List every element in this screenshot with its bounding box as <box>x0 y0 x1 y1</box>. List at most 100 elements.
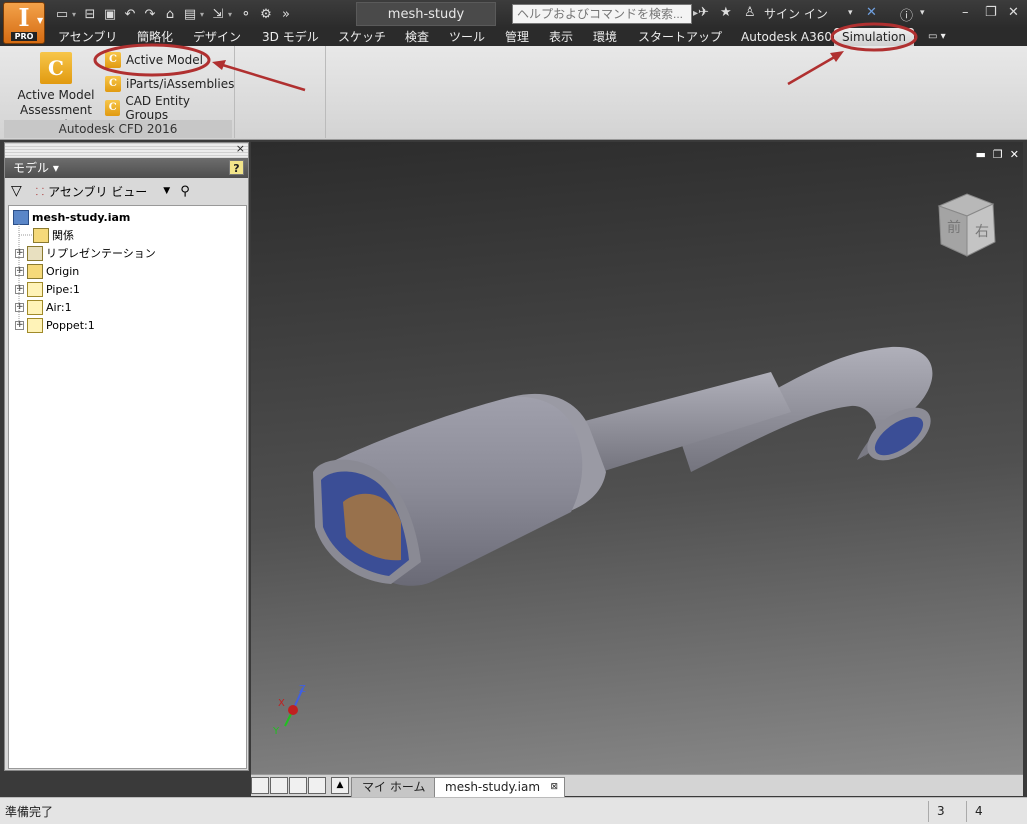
title-bar: I PRO ▼ ▭ ▾ ⊟ ▣ ↶ ↷ ⌂ ▤ ▾ ⇲ ▾ ⚬ ⚙ » mesh… <box>0 0 1027 44</box>
tab-assembly[interactable]: アセンブリ <box>58 29 117 46</box>
help-search-input[interactable] <box>512 4 692 24</box>
tab-simplify[interactable]: 簡略化 <box>137 29 173 46</box>
cfd-logo-icon: C <box>105 52 121 68</box>
cfd-logo-icon: C <box>40 52 72 84</box>
minimize-icon[interactable]: – <box>962 5 969 20</box>
tab-design[interactable]: デザイン <box>193 29 241 46</box>
triad-z-label: Z <box>299 684 306 695</box>
home-icon[interactable]: ⌂ <box>160 4 180 24</box>
status-bar: 準備完了 3 4 <box>0 797 1027 824</box>
app-pro-badge: PRO <box>10 31 38 41</box>
status-text: 準備完了 <box>5 805 54 819</box>
appearance-icon[interactable]: ⚬ <box>236 4 256 24</box>
tree-label: Air:1 <box>46 300 72 314</box>
axis-triad: Z X Y <box>272 684 306 737</box>
assembly-view-icon: ⸬ <box>35 187 45 198</box>
save-icon[interactable]: ▣ <box>100 4 120 24</box>
material-dropdown-icon[interactable]: ▾ <box>200 4 208 24</box>
tree-label: リプレゼンテーション <box>46 247 156 260</box>
doc-tab-close-icon[interactable]: ⊠ <box>550 778 558 796</box>
tab-autodesk-a360[interactable]: Autodesk A360 <box>741 29 832 46</box>
user-icon: ♙ <box>744 5 756 20</box>
tree-label: mesh-study.iam <box>32 210 131 224</box>
help-dropdown-icon[interactable]: ▾ <box>920 8 925 18</box>
triad-x-label: X <box>278 698 285 709</box>
doc-tab-mesh-study[interactable]: mesh-study.iam ⊠ <box>434 777 566 797</box>
doc-tab-my-home[interactable]: マイ ホーム <box>351 777 437 797</box>
binoculars-icon[interactable]: ✈ <box>698 5 709 20</box>
cad-model[interactable] <box>251 142 1023 774</box>
browser-help-icon[interactable]: ? <box>229 160 244 175</box>
window-title: mesh-study <box>356 2 496 26</box>
help-icon[interactable]: ⓘ <box>900 5 913 24</box>
ribbon-empty-panel <box>234 46 326 138</box>
ribbon-options-icon[interactable]: ▭ ▾ <box>928 29 946 46</box>
cfd-logo-icon: C <box>105 76 121 92</box>
tab-get-started[interactable]: スタートアップ <box>638 29 722 46</box>
tab-environments[interactable]: 環境 <box>593 29 617 46</box>
tile-windows-icon[interactable] <box>270 777 288 794</box>
iparts-iassemblies-button[interactable]: C iParts/iAssemblies <box>105 74 234 94</box>
tab-inspect[interactable]: 検査 <box>405 29 429 46</box>
tab-manage[interactable]: 管理 <box>505 29 529 46</box>
browser-grip[interactable] <box>5 143 248 157</box>
graphics-viewport[interactable]: ▬ ❐ ✕ 前 右 Z X Y <box>251 142 1023 774</box>
tree-label: Origin <box>46 264 80 278</box>
tab-view[interactable]: 表示 <box>549 29 573 46</box>
browser-close-icon[interactable]: × <box>236 142 245 155</box>
tile-horizontal-icon[interactable] <box>289 777 307 794</box>
tab-3d-model[interactable]: 3D モデル <box>262 29 319 46</box>
exchange-icon[interactable]: ✕ <box>866 5 877 20</box>
undo-icon[interactable]: ↶ <box>120 4 140 24</box>
new-dropdown-icon[interactable]: ▾ <box>72 4 80 24</box>
tree-label: Poppet:1 <box>46 318 95 332</box>
favorites-star-icon[interactable]: ★ <box>720 5 732 20</box>
tree-item-relationships[interactable]: 関係 <box>33 226 74 244</box>
status-count-documents: 4 <box>966 801 1006 822</box>
view-selector-label[interactable]: アセンブリ ビュー <box>48 183 147 200</box>
cad-entity-groups-label: CAD Entity Groups <box>125 94 191 122</box>
settings-wheel-icon[interactable]: ⚙ <box>256 4 276 24</box>
close-icon[interactable]: ✕ <box>1008 5 1019 20</box>
triad-y-label: Y <box>272 726 280 737</box>
new-file-icon[interactable]: ▭ <box>52 4 72 24</box>
view-dropdown-icon[interactable]: ▼ <box>163 186 170 196</box>
app-menu-dropdown-icon[interactable]: ▼ <box>37 16 43 25</box>
ribbon: C Active Model Assessment Tool C Active … <box>0 46 1027 140</box>
restore-icon[interactable]: ❐ <box>985 5 997 20</box>
active-model-button[interactable]: C Active Model <box>105 50 203 70</box>
cascade-windows-icon[interactable] <box>251 777 269 794</box>
tab-sketch[interactable]: スケッチ <box>338 29 386 46</box>
ribbon-tab-bar: アセンブリ 簡略化 デザイン 3D モデル スケッチ 検査 ツール 管理 表示 … <box>0 28 1027 46</box>
cad-entity-groups-button[interactable]: C CAD Entity Groups <box>105 94 232 122</box>
model-tree: mesh-study.iam 関係 + リプレゼンテーション + Origin … <box>8 205 247 769</box>
tab-simulation[interactable]: Simulation <box>834 28 914 46</box>
browser-title[interactable]: モデル ▾ ? <box>5 158 248 178</box>
document-tab-bar: ▲ マイ ホーム mesh-study.iam ⊠ <box>251 774 1023 797</box>
cfd-logo-icon: C <box>105 100 121 116</box>
status-count-occurrences: 3 <box>928 801 964 822</box>
tab-list-icon[interactable]: ▲ <box>331 777 349 794</box>
redo-icon[interactable]: ↷ <box>140 4 160 24</box>
find-binoculars-icon[interactable]: ⚲ <box>180 184 190 199</box>
signin-dropdown-icon[interactable]: ▾ <box>848 8 853 18</box>
tree-label: Pipe:1 <box>46 282 80 296</box>
material-icon[interactable]: ▤ <box>180 4 200 24</box>
tree-connector-lines <box>18 224 33 325</box>
tile-vertical-icon[interactable] <box>308 777 326 794</box>
app-letter: I <box>18 2 30 32</box>
more-tools-icon[interactable]: » <box>276 4 296 24</box>
doc-tab-label: mesh-study.iam <box>445 780 541 794</box>
cfd-panel: C Active Model Assessment Tool C Active … <box>4 46 234 138</box>
quick-access-toolbar: ▭ ▾ ⊟ ▣ ↶ ↷ ⌂ ▤ ▾ ⇲ ▾ ⚬ ⚙ » <box>52 4 296 24</box>
select-icon[interactable]: ⇲ <box>208 4 228 24</box>
tab-tools[interactable]: ツール <box>449 29 485 46</box>
active-model-label: Active Model <box>126 53 203 67</box>
select-dropdown-icon[interactable]: ▾ <box>228 4 236 24</box>
x-axis-marker <box>288 705 298 715</box>
filter-icon[interactable]: ▽ <box>11 183 22 199</box>
signin-link[interactable]: サイン イン <box>764 5 828 22</box>
iparts-label: iParts/iAssemblies <box>126 77 235 91</box>
open-folder-icon[interactable]: ⊟ <box>80 4 100 24</box>
browser-toolbar: ▽ ⸬ アセンブリ ビュー ▼ ⚲ <box>5 179 248 203</box>
